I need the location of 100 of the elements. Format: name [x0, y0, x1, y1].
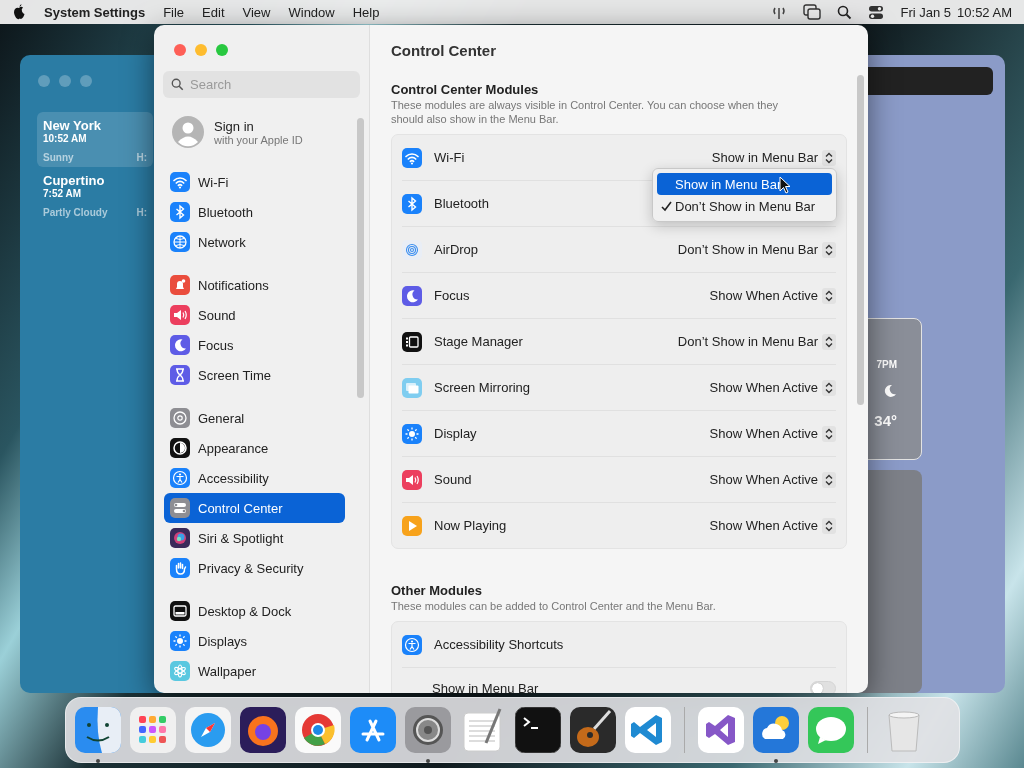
weather-icon[interactable] — [753, 707, 799, 763]
stepper-icon — [822, 287, 836, 304]
account-subtitle: with your Apple ID — [214, 133, 303, 146]
section-description: These modules are always visible in Control Center. You can choose when they should also show in the Menu Bar. — [391, 98, 780, 126]
moon-icon — [883, 384, 897, 398]
app-menu[interactable]: System Settings — [44, 4, 146, 20]
popup-value[interactable]: Show When Active — [709, 426, 818, 441]
location-item[interactable]: Cupertino 7:52 AM Partly Cloudy H: — [37, 167, 153, 222]
menu-bar-time[interactable]: 10:52 AM — [957, 4, 1012, 20]
desktop-icon — [170, 601, 190, 621]
sidebar-item[interactable]: Focus — [164, 330, 345, 360]
sidebar-item[interactable]: General — [164, 403, 345, 433]
notifications-icon — [170, 275, 190, 295]
control-center-icon[interactable] — [868, 4, 885, 20]
scrollbar[interactable] — [857, 75, 864, 405]
stepper-icon — [822, 471, 836, 488]
screentime-icon — [170, 365, 190, 385]
toggle-label: Show in Menu Bar — [432, 680, 539, 693]
menu-item[interactable]: Window — [288, 4, 335, 20]
weather-condition: Partly Cloudy — [43, 207, 109, 218]
sidebar-item[interactable]: Sound — [164, 300, 345, 330]
zoom-button[interactable] — [216, 44, 228, 56]
sidebar-item[interactable]: Siri & Spotlight — [164, 523, 345, 553]
menu-item[interactable]: View — [242, 4, 271, 20]
local-time: 10:52 AM — [43, 133, 88, 144]
popup-value[interactable]: Show in Menu Bar — [711, 150, 818, 165]
sidebar-item[interactable]: Wi-Fi — [164, 167, 345, 197]
module-label: Focus — [434, 288, 470, 303]
toggle-switch[interactable] — [810, 680, 836, 693]
sidebar-item[interactable]: Desktop & Dock — [164, 596, 345, 626]
finder-icon[interactable] — [75, 707, 121, 763]
section-description: These modules can be added to Control Center and the Menu Bar. — [391, 599, 717, 613]
search-icon[interactable] — [837, 4, 853, 20]
location-item[interactable]: New York 10:52 AM Sunny H: — [37, 112, 153, 167]
sidebar-item[interactable]: Control Center — [164, 493, 345, 523]
displays-icon — [402, 423, 422, 444]
menu-item[interactable]: Help — [352, 4, 380, 20]
privacy-icon — [170, 558, 190, 578]
controlcenter-icon — [170, 498, 190, 518]
module-label: Bluetooth — [434, 196, 489, 211]
account-title[interactable]: Sign in — [214, 118, 303, 134]
sound-icon — [170, 305, 190, 325]
module-label: Display — [434, 426, 477, 441]
bluetooth-icon — [402, 193, 422, 214]
popup-value[interactable]: Show When Active — [709, 380, 818, 395]
popup-value[interactable]: Don’t Show in Menu Bar — [677, 242, 818, 257]
sidebar-item[interactable]: Bluetooth — [164, 197, 345, 227]
appearance-icon — [170, 438, 190, 458]
city-name: New York — [43, 118, 103, 133]
high-temperature: H: — [136, 152, 147, 163]
search-field[interactable]: Search — [163, 71, 360, 98]
page-title: Control Center — [391, 40, 497, 61]
module-label: AirDrop — [434, 242, 479, 257]
pointer-icon — [779, 176, 791, 194]
focus-icon — [170, 335, 190, 355]
focus-icon — [402, 285, 422, 306]
menu-option[interactable]: Show in Menu Bar — [657, 173, 832, 195]
popup-value[interactable]: Don’t Show in Menu Bar — [677, 334, 818, 349]
stage-icon — [402, 331, 422, 352]
search-icon — [171, 78, 184, 91]
accessibility-icon — [170, 468, 190, 488]
close-button[interactable] — [174, 44, 186, 56]
sidebar-item[interactable]: Appearance — [164, 433, 345, 463]
menu-item[interactable]: Edit — [202, 4, 225, 20]
section-title: Other Modules — [391, 583, 483, 598]
menu-item[interactable]: File — [163, 4, 185, 20]
general-icon — [170, 408, 190, 428]
network-icon — [170, 232, 190, 252]
nowplaying-icon — [402, 515, 422, 536]
scrollbar[interactable] — [357, 118, 364, 398]
accessibility-icon — [402, 634, 422, 655]
stepper-icon — [822, 517, 836, 534]
wallpaper-icon — [170, 661, 190, 681]
sidebar-item[interactable]: Accessibility — [164, 463, 345, 493]
menu-option[interactable]: Don’t Show in Menu Bar — [657, 195, 832, 217]
gear-icon[interactable] — [405, 707, 451, 763]
sidebar-item[interactable]: Notifications — [164, 270, 345, 300]
siri-icon — [170, 528, 190, 548]
popup-value[interactable]: Show When Active — [709, 518, 818, 533]
checkmark-icon — [661, 200, 672, 212]
popup-value[interactable]: Show When Active — [709, 288, 818, 303]
menu-bar-date[interactable]: Fri Jan 5 — [900, 4, 952, 20]
sidebar-item[interactable]: Wallpaper — [164, 656, 345, 686]
sidebar-item[interactable]: Displays — [164, 626, 345, 656]
popup-value[interactable]: Show When Active — [709, 472, 818, 487]
avatar-icon[interactable] — [172, 116, 204, 148]
sidebar-item[interactable]: Privacy & Security — [164, 553, 345, 583]
wifi-icon — [170, 172, 190, 192]
module-label: Accessibility Shortcuts — [434, 637, 564, 652]
windows-icon[interactable] — [803, 4, 822, 20]
mirroring-icon — [402, 377, 422, 398]
sidebar-item[interactable]: Screen Time — [164, 360, 345, 390]
module-label: Now Playing — [434, 518, 507, 533]
high-temperature: H: — [136, 207, 147, 218]
stepper-icon — [822, 241, 836, 258]
sidebar-item[interactable]: Network — [164, 227, 345, 257]
module-label: Sound — [434, 472, 472, 487]
forecast-temperature: 34° — [874, 412, 897, 429]
apple-icon[interactable] — [12, 4, 26, 20]
displays-icon — [170, 631, 190, 651]
